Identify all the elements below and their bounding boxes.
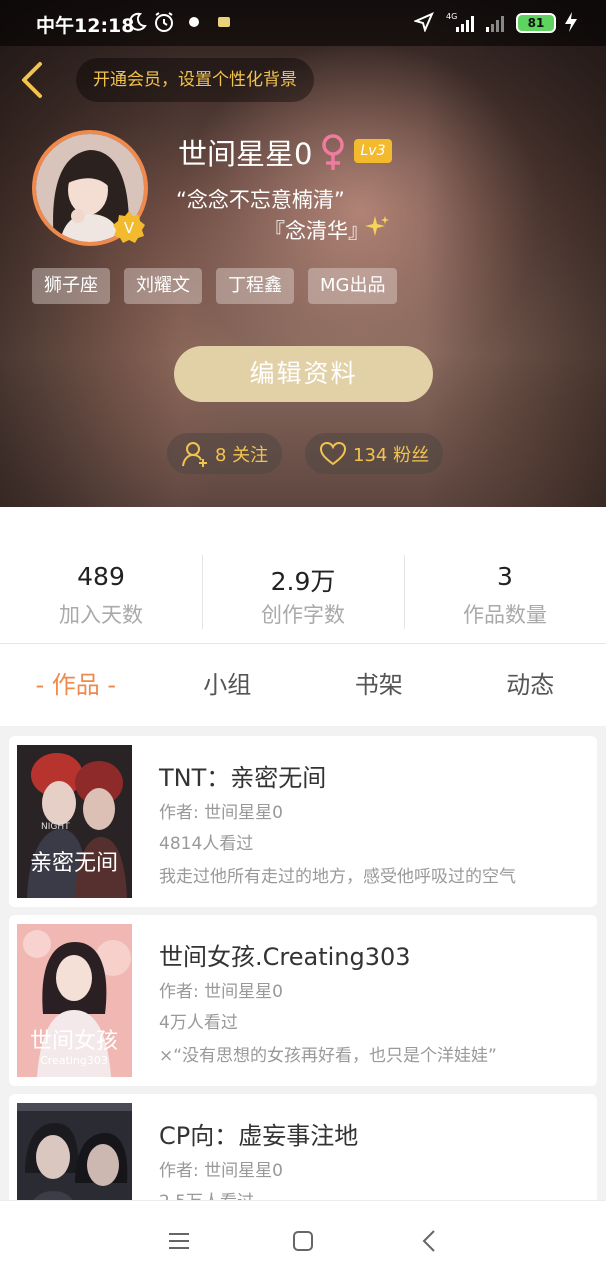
work-views: 4万人看过 [159,1013,238,1033]
charging-icon [562,8,580,36]
stat-word-count[interactable]: 2.9万 创作字数 [202,507,404,643]
work-card[interactable]: 世间女孩 Creating303 世间女孩.Creating303 作者: 世间… [9,915,597,1086]
stat-value: 3 [497,562,513,591]
work-cover[interactable]: NIGHT 亲密无间 [17,745,132,898]
work-views: 4814人看过 [159,834,254,854]
profile-tag[interactable]: 狮子座 [32,268,110,304]
menu-icon[interactable] [165,1227,193,1255]
stat-value: 2.9万 [270,567,336,596]
female-icon [322,134,344,170]
level-badge: Lv3 [354,139,392,163]
stat-label: 作品数量 [463,603,547,627]
back-button[interactable] [16,58,52,102]
following-button[interactable]: 8 关注 [167,433,283,474]
person-add-icon [182,441,207,467]
work-author: 作者: 世间星星0 [159,982,283,1002]
profile-tag[interactable]: 刘耀文 [124,268,202,304]
tab-groups[interactable]: 小组 [152,644,304,726]
stat-value: 489 [77,562,125,591]
system-nav-bar [0,1200,606,1280]
following-count: 8 关注 [215,444,269,466]
followers-button[interactable]: 134 粉丝 [305,433,444,474]
svg-text:V: V [124,219,135,237]
triangle-back-icon[interactable] [416,1227,444,1255]
cover-title: 亲密无间 [30,851,118,876]
work-cover[interactable] [17,1103,132,1200]
username: 世间星星0 [178,137,313,171]
profile-header: 中午12:18 4G 81 开通会员，设置个性化背景 V 世间星星0 Lv3 “… [0,0,606,507]
work-card[interactable]: CP向：虚妄事注地 作者: 世间星星0 2.5万人看过 [9,1094,597,1200]
status-bar: 中午12:18 4G 81 [0,0,606,46]
sparkle-icon [365,216,389,236]
bio-line-2: 『念清华』 [264,219,369,243]
work-author: 作者: 世间星星0 [159,803,283,823]
alarm-icon [152,8,176,36]
cover-subtext: NIGHT [41,822,70,832]
heart-outline-icon [319,441,347,465]
app-notification-icon [186,8,202,36]
work-author: 作者: 世间星星0 [159,1161,283,1181]
tab-activity[interactable]: 动态 [455,644,606,726]
tab-bookshelf[interactable]: 书架 [303,644,455,726]
signal-4g-icon: 4G [446,8,478,36]
stats-bar: 489 加入天数 2.9万 创作字数 3 作品数量 [0,507,606,644]
stat-works-count[interactable]: 3 作品数量 [404,507,606,643]
cover-subtext: Creating303 [40,1054,108,1067]
works-list: NIGHT 亲密无间 TNT：亲密无间 作者: 世间星星0 4814人看过 我走… [0,726,606,1200]
work-card[interactable]: NIGHT 亲密无间 TNT：亲密无间 作者: 世间星星0 4814人看过 我走… [9,736,597,907]
work-title: CP向：虚妄事注地 [159,1122,359,1150]
work-title: 世间女孩.Creating303 [159,943,411,971]
edit-profile-button[interactable]: 编辑资料 [174,346,433,402]
network-label: 4G [446,12,457,21]
stat-label: 加入天数 [59,603,143,627]
moon-icon [126,8,148,36]
stat-join-days[interactable]: 489 加入天数 [0,507,202,643]
location-arrow-icon [414,8,434,36]
stat-label: 创作字数 [261,603,345,627]
square-icon[interactable] [289,1227,317,1255]
bio-line-1: “念念不忘意楠清” [176,188,345,212]
work-description: ×“没有思想的女孩再好看，也只是个洋娃娃” [159,1046,497,1066]
work-description: 我走过他所有走过的地方，感受他呼吸过的空气 [159,867,516,887]
profile-tag[interactable]: MG出品 [308,268,398,304]
profile-tabs: - 作品 - 小组 书架 动态 [0,644,606,726]
chevron-left-icon [22,62,42,98]
work-title: TNT：亲密无间 [159,764,327,792]
battery-icon: 81 [516,13,556,33]
vip-background-tip[interactable]: 开通会员，设置个性化背景 [76,58,314,102]
work-views: 2.5万人看过 [159,1187,254,1200]
signal-icon [484,8,510,36]
cover-title: 世间女孩 [30,1029,118,1054]
verified-v-icon: V [113,211,145,243]
status-time: 中午12:18 [36,15,135,37]
profile-tag[interactable]: 丁程鑫 [216,268,294,304]
work-cover[interactable]: 世间女孩 Creating303 [17,924,132,1077]
followers-count: 134 粉丝 [353,444,430,466]
tab-works[interactable]: - 作品 - [0,644,152,726]
image-notification-icon [216,8,232,36]
